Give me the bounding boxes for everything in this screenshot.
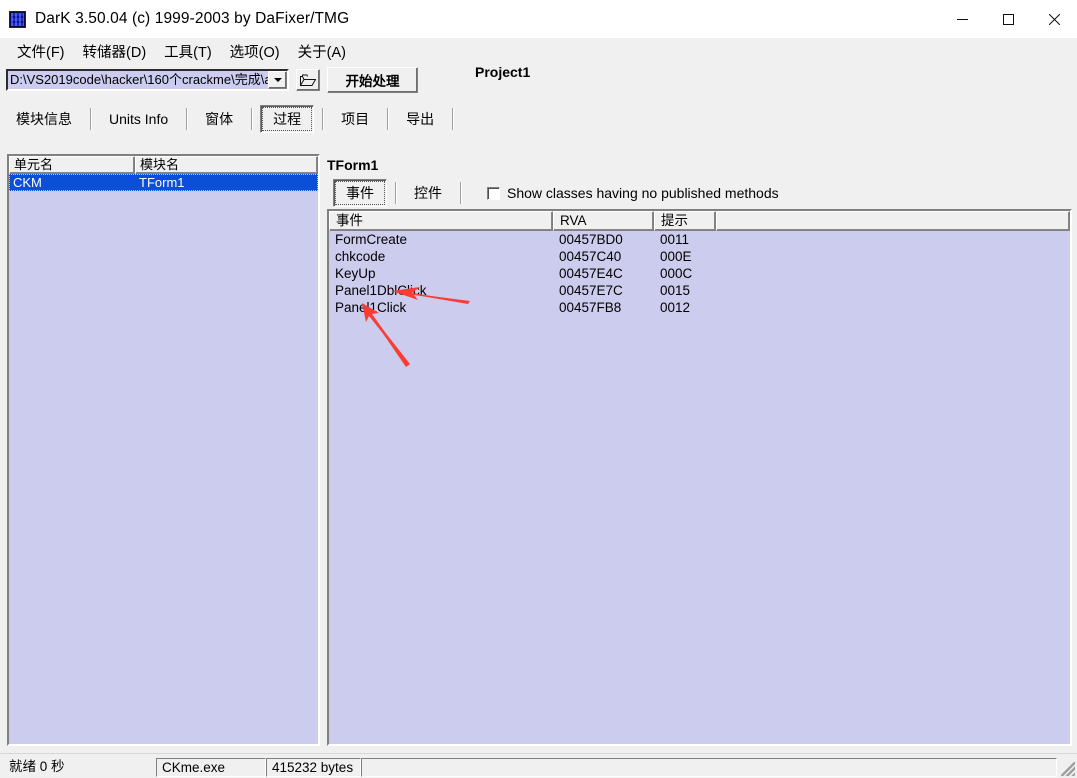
status-text: 就绪 0 秒 [9, 758, 65, 774]
window-controls [939, 0, 1077, 38]
tab-units-info[interactable]: Units Info [99, 108, 178, 130]
tab-project[interactable]: 项目 [331, 106, 379, 132]
table-row[interactable]: KeyUp 00457E4C 000C [329, 265, 1070, 282]
menubar: 文件(F) 转储器(D) 工具(T) 选项(O) 关于(A) [0, 38, 1077, 64]
events-grid[interactable]: 事件 RVA 提示 FormCreate 00457BD0 0011 chkco… [327, 209, 1072, 746]
tab-separator [90, 108, 91, 130]
tab-module-info[interactable]: 模块信息 [6, 106, 82, 132]
maximize-icon[interactable] [985, 0, 1031, 38]
column-header-blank[interactable] [716, 211, 1070, 231]
units-list-header: 单元名 模块名 [9, 156, 318, 174]
statusbar: 就绪 0 秒 CKme.exe 415232 bytes [0, 753, 1077, 778]
cell-event: FormCreate [335, 232, 408, 247]
folder-open-icon [300, 74, 316, 86]
chevron-down-icon[interactable] [268, 71, 287, 89]
minimize-icon[interactable] [939, 0, 985, 38]
column-header-event[interactable]: 事件 [329, 211, 553, 231]
tab-separator [460, 182, 461, 204]
status-file-name: CKme.exe [156, 757, 266, 777]
tab-procedures[interactable]: 过程 [260, 105, 315, 133]
cell-hint: 000C [660, 266, 693, 281]
table-row[interactable]: chkcode 00457C40 000E [329, 248, 1070, 265]
target-path-value[interactable]: D:\VS2019code\hacker\160个crackme\完成\a [8, 71, 268, 89]
tab-separator [251, 108, 253, 130]
project-label: Project1 [475, 64, 531, 80]
menu-item-tools[interactable]: 工具(T) [155, 39, 221, 64]
toolbar: D:\VS2019code\hacker\160个crackme\完成\a 开始… [0, 64, 1077, 105]
cell-rva: 00457BD0 [559, 232, 623, 247]
events-grid-body: FormCreate 00457BD0 0011 chkcode 00457C4… [329, 231, 1070, 316]
browse-file-button[interactable] [296, 69, 320, 91]
cell-event: chkcode [335, 249, 386, 264]
list-item-unit-name: CKM [13, 175, 42, 190]
tab-separator [452, 108, 454, 130]
units-list-body: CKM TForm1 [9, 174, 318, 744]
tab-separator [387, 108, 389, 130]
tab-forms[interactable]: 窗体 [195, 106, 243, 132]
cell-rva: 00457E7C [559, 283, 623, 298]
tab-separator [186, 108, 188, 130]
units-list-panel[interactable]: 单元名 模块名 CKM TForm1 [7, 154, 320, 746]
selected-form-title: TForm1 [327, 157, 379, 173]
menu-item-file[interactable]: 文件(F) [8, 39, 74, 64]
menu-item-options[interactable]: 选项(O) [221, 39, 289, 64]
list-item-module-name: TForm1 [139, 175, 185, 190]
tab-separator [322, 108, 324, 130]
list-item[interactable]: CKM TForm1 [9, 174, 318, 191]
cell-hint: 000E [660, 249, 692, 264]
app-icon [9, 10, 26, 28]
events-grid-header: 事件 RVA 提示 [329, 211, 1070, 231]
cell-hint: 0012 [660, 300, 691, 315]
column-header-rva[interactable]: RVA [553, 211, 654, 231]
status-extra [361, 757, 1057, 777]
window-titlebar: DarK 3.50.04 (c) 1999-2003 by DaFixer/TM… [0, 0, 1077, 38]
cell-hint: 0015 [660, 283, 691, 298]
table-row[interactable]: FormCreate 00457BD0 0011 [329, 231, 1070, 248]
checkbox-box[interactable] [487, 186, 500, 200]
tab-export[interactable]: 导出 [396, 106, 444, 132]
tab-separator [395, 182, 396, 204]
cell-hint: 0011 [660, 232, 690, 247]
close-icon[interactable] [1031, 0, 1077, 38]
cell-rva: 00457E4C [559, 266, 623, 281]
table-row[interactable]: Panel1Click 00457FB8 0012 [329, 299, 1070, 316]
cell-rva: 00457C40 [559, 249, 622, 264]
cell-rva: 00457FB8 [559, 300, 622, 315]
cell-event: KeyUp [335, 266, 376, 281]
cell-event: Panel1Click [335, 300, 407, 315]
column-header-hint[interactable]: 提示 [654, 211, 716, 231]
cell-event: Panel1DblClick [335, 283, 427, 298]
table-row[interactable]: Panel1DblClick 00457E7C 0015 [329, 282, 1070, 299]
right-tabstrip: 事件 控件 Show classes having no published m… [327, 179, 1072, 207]
start-processing-button[interactable]: 开始处理 [327, 67, 418, 93]
main-tabstrip: 模块信息 Units Info 窗体 过程 项目 导出 [0, 104, 1077, 134]
column-header-module-name[interactable]: 模块名 [135, 156, 318, 174]
tab-controls[interactable]: 控件 [404, 180, 452, 206]
resize-grip-icon[interactable] [1061, 762, 1075, 776]
target-path-combo[interactable]: D:\VS2019code\hacker\160个crackme\完成\a [6, 69, 289, 91]
menu-item-about[interactable]: 关于(A) [289, 39, 355, 64]
show-unpublished-classes-checkbox[interactable]: Show classes having no published methods [487, 185, 779, 201]
column-header-unit-name[interactable]: 单元名 [9, 156, 135, 174]
tab-events[interactable]: 事件 [333, 179, 387, 207]
window-title: DarK 3.50.04 (c) 1999-2003 by DaFixer/TM… [35, 10, 350, 27]
menu-item-dumper[interactable]: 转储器(D) [74, 39, 156, 64]
status-file-size: 415232 bytes [266, 757, 361, 777]
checkbox-label: Show classes having no published methods [507, 185, 779, 201]
